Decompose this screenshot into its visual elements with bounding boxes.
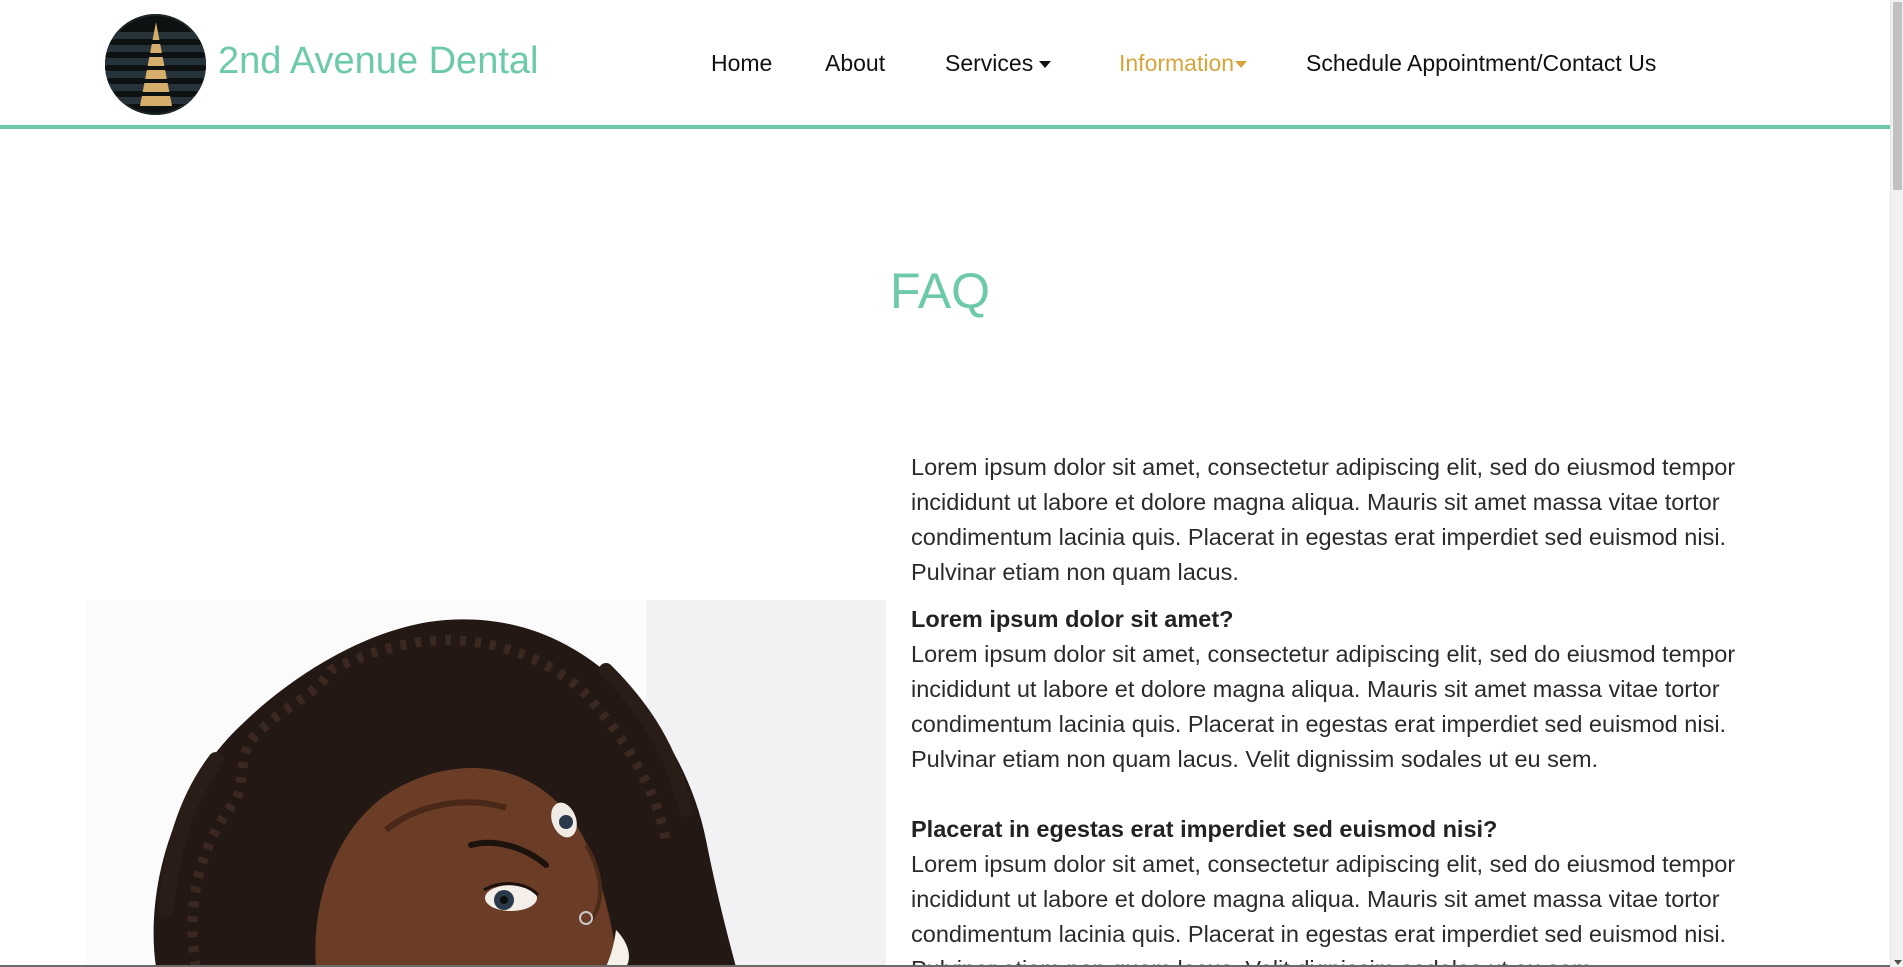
caret-down-icon (1235, 61, 1248, 68)
nav-information-label: Information (1119, 50, 1235, 76)
faq-item: Placerat in egestas erat imperdiet sed e… (911, 812, 1791, 967)
scrollbar-thumb[interactable] (1893, 2, 1902, 190)
faq-content: Lorem ipsum dolor sit amet, consectetur … (911, 450, 1791, 967)
nav-home-label: Home (711, 50, 773, 76)
faq-item: Lorem ipsum dolor sit amet? Lorem ipsum … (911, 602, 1791, 777)
smiling-woman-photo (86, 600, 886, 967)
page-scrollbar[interactable] (1890, 0, 1903, 967)
scroll-down-arrow-icon[interactable] (1894, 960, 1902, 965)
nav-home[interactable]: Home (711, 50, 772, 77)
page-title: FAQ (889, 263, 991, 319)
faq-question: Lorem ipsum dolor sit amet? (911, 606, 1234, 632)
nav-contact-label: Schedule Appointment/Contact Us (1306, 50, 1657, 76)
faq-answer: Lorem ipsum dolor sit amet, consectetur … (911, 851, 1736, 967)
faq-question: Placerat in egestas erat imperdiet sed e… (911, 816, 1498, 842)
nav-services-label: Services (945, 50, 1034, 76)
nav-services[interactable]: Services (945, 50, 1052, 77)
faq-intro: Lorem ipsum dolor sit amet, consectetur … (911, 454, 1736, 585)
main-nav: Home About Services Information Schedule… (0, 50, 1890, 80)
faq-answer: Lorem ipsum dolor sit amet, consectetur … (911, 641, 1736, 772)
nav-information[interactable]: Information (1119, 50, 1248, 77)
caret-down-icon (1039, 61, 1052, 68)
nav-contact[interactable]: Schedule Appointment/Contact Us (1306, 50, 1656, 77)
nav-about[interactable]: About (825, 50, 885, 77)
nav-about-label: About (825, 50, 886, 76)
site-header: 2nd Avenue Dental Home About Services In… (0, 0, 1890, 129)
